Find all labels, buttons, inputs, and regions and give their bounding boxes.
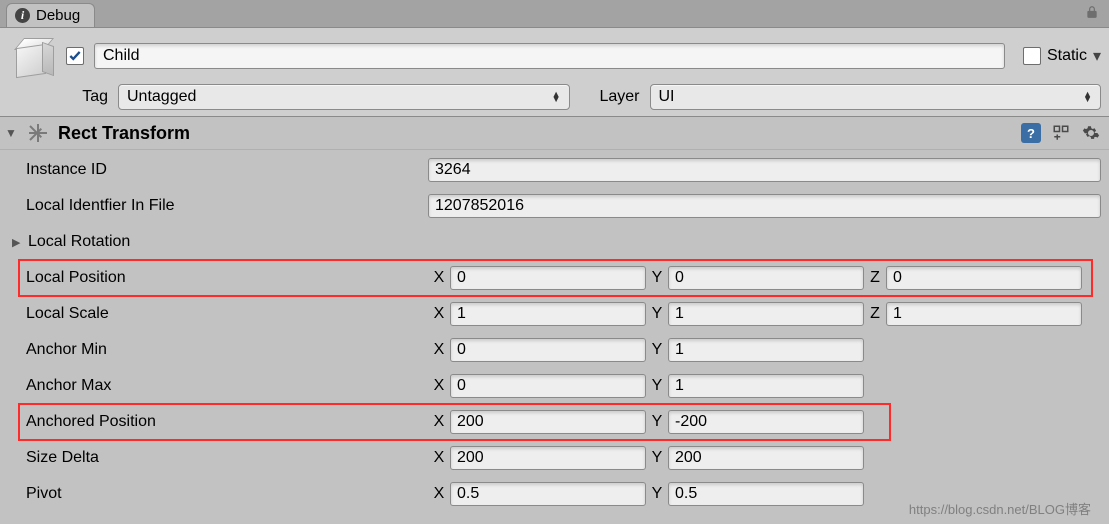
tag-value: Untagged — [127, 88, 196, 106]
row-local-rotation[interactable]: ▶ Local Rotation — [8, 224, 1101, 260]
tab-label: Debug — [36, 7, 80, 24]
label-anchored-position: Anchored Position — [26, 413, 156, 431]
input-local-scale-z[interactable]: 1 — [886, 302, 1082, 326]
tag-dropdown[interactable]: Untagged ▲▼ — [118, 84, 570, 110]
label-local-identifier: Local Identfier In File — [26, 197, 175, 215]
row-instance-id: Instance ID 3264 — [8, 152, 1101, 188]
axis-y-label: Y — [646, 377, 668, 395]
layer-dropdown[interactable]: UI ▲▼ — [650, 84, 1102, 110]
row-anchored-position: Anchored Position X200 Y-200 — [8, 404, 1101, 440]
axis-x-label: X — [428, 413, 450, 431]
label-anchor-min: Anchor Min — [26, 341, 107, 359]
properties-panel: Instance ID 3264 Local Identfier In File… — [0, 150, 1109, 522]
axis-z-label: Z — [864, 269, 886, 287]
input-size-delta-y[interactable]: 200 — [668, 446, 864, 470]
label-local-rotation: Local Rotation — [28, 233, 130, 251]
row-local-position: Local Position X0 Y0 Z0 — [8, 260, 1101, 296]
axis-y-label: Y — [646, 341, 668, 359]
row-anchor-max: Anchor Max X0 Y1 — [8, 368, 1101, 404]
axis-y-label: Y — [646, 269, 668, 287]
tab-bar: i Debug — [0, 0, 1109, 28]
axis-y-label: Y — [646, 485, 668, 503]
row-local-identifier: Local Identfier In File 1207852016 — [8, 188, 1101, 224]
axis-y-label: Y — [646, 305, 668, 323]
enabled-checkbox[interactable] — [66, 47, 84, 65]
lock-icon[interactable] — [1085, 5, 1099, 23]
input-anchor-max-y[interactable]: 1 — [668, 374, 864, 398]
input-size-delta-x[interactable]: 200 — [450, 446, 646, 470]
input-anchor-min-y[interactable]: 1 — [668, 338, 864, 362]
input-anchor-min-x[interactable]: 0 — [450, 338, 646, 362]
watermark-text: https://blog.csdn.net/BLOG博客 — [909, 499, 1091, 518]
axis-x-label: X — [428, 449, 450, 467]
axis-x-label: X — [428, 269, 450, 287]
axis-x-label: X — [428, 305, 450, 323]
foldout-icon[interactable]: ▶ — [12, 236, 24, 249]
label-local-position: Local Position — [26, 269, 126, 287]
dropdown-arrows-icon: ▲▼ — [1083, 92, 1092, 102]
label-size-delta: Size Delta — [26, 449, 99, 467]
component-header[interactable]: ▼ Rect Transform ? — [0, 117, 1109, 150]
info-icon: i — [15, 8, 30, 23]
input-anchor-max-x[interactable]: 0 — [450, 374, 646, 398]
row-anchor-min: Anchor Min X0 Y1 — [8, 332, 1101, 368]
axis-y-label: Y — [646, 449, 668, 467]
row-local-scale: Local Scale X1 Y1 Z1 — [8, 296, 1101, 332]
gameobject-icon[interactable] — [10, 36, 56, 76]
input-local-position-x[interactable]: 0 — [450, 266, 646, 290]
rect-transform-icon — [26, 121, 50, 145]
input-local-position-z[interactable]: 0 — [886, 266, 1082, 290]
input-local-position-y[interactable]: 0 — [668, 266, 864, 290]
input-anchored-position-x[interactable]: 200 — [450, 410, 646, 434]
axis-z-label: Z — [864, 305, 886, 323]
presets-icon[interactable] — [1051, 123, 1071, 143]
row-size-delta: Size Delta X200 Y200 — [8, 440, 1101, 476]
input-local-scale-y[interactable]: 1 — [668, 302, 864, 326]
gear-icon[interactable] — [1081, 123, 1101, 143]
input-anchored-position-y[interactable]: -200 — [668, 410, 864, 434]
help-icon[interactable]: ? — [1021, 123, 1041, 143]
input-local-identifier[interactable]: 1207852016 — [428, 194, 1101, 218]
input-pivot-x[interactable]: 0.5 — [450, 482, 646, 506]
input-pivot-y[interactable]: 0.5 — [668, 482, 864, 506]
layer-value: UI — [659, 88, 675, 106]
label-local-scale: Local Scale — [26, 305, 109, 323]
axis-x-label: X — [428, 341, 450, 359]
static-label: Static — [1047, 47, 1087, 65]
input-local-scale-x[interactable]: 1 — [450, 302, 646, 326]
foldout-icon[interactable]: ▼ — [4, 126, 18, 140]
input-instance-id[interactable]: 3264 — [428, 158, 1101, 182]
axis-x-label: X — [428, 377, 450, 395]
layer-label: Layer — [580, 88, 640, 106]
dropdown-arrows-icon: ▲▼ — [552, 92, 561, 102]
static-checkbox[interactable] — [1023, 47, 1041, 65]
gameobject-header: Child Static ▾ Tag Untagged ▲▼ Layer UI … — [0, 28, 1109, 117]
label-instance-id: Instance ID — [26, 161, 107, 179]
name-field[interactable]: Child — [94, 43, 1005, 69]
tab-debug[interactable]: i Debug — [6, 3, 95, 27]
label-anchor-max: Anchor Max — [26, 377, 111, 395]
axis-y-label: Y — [646, 413, 668, 431]
label-pivot: Pivot — [26, 485, 62, 503]
axis-x-label: X — [428, 485, 450, 503]
name-value: Child — [103, 47, 139, 65]
tag-label: Tag — [66, 88, 108, 106]
component-title: Rect Transform — [58, 123, 190, 144]
static-dropdown-icon[interactable]: ▾ — [1093, 46, 1101, 66]
